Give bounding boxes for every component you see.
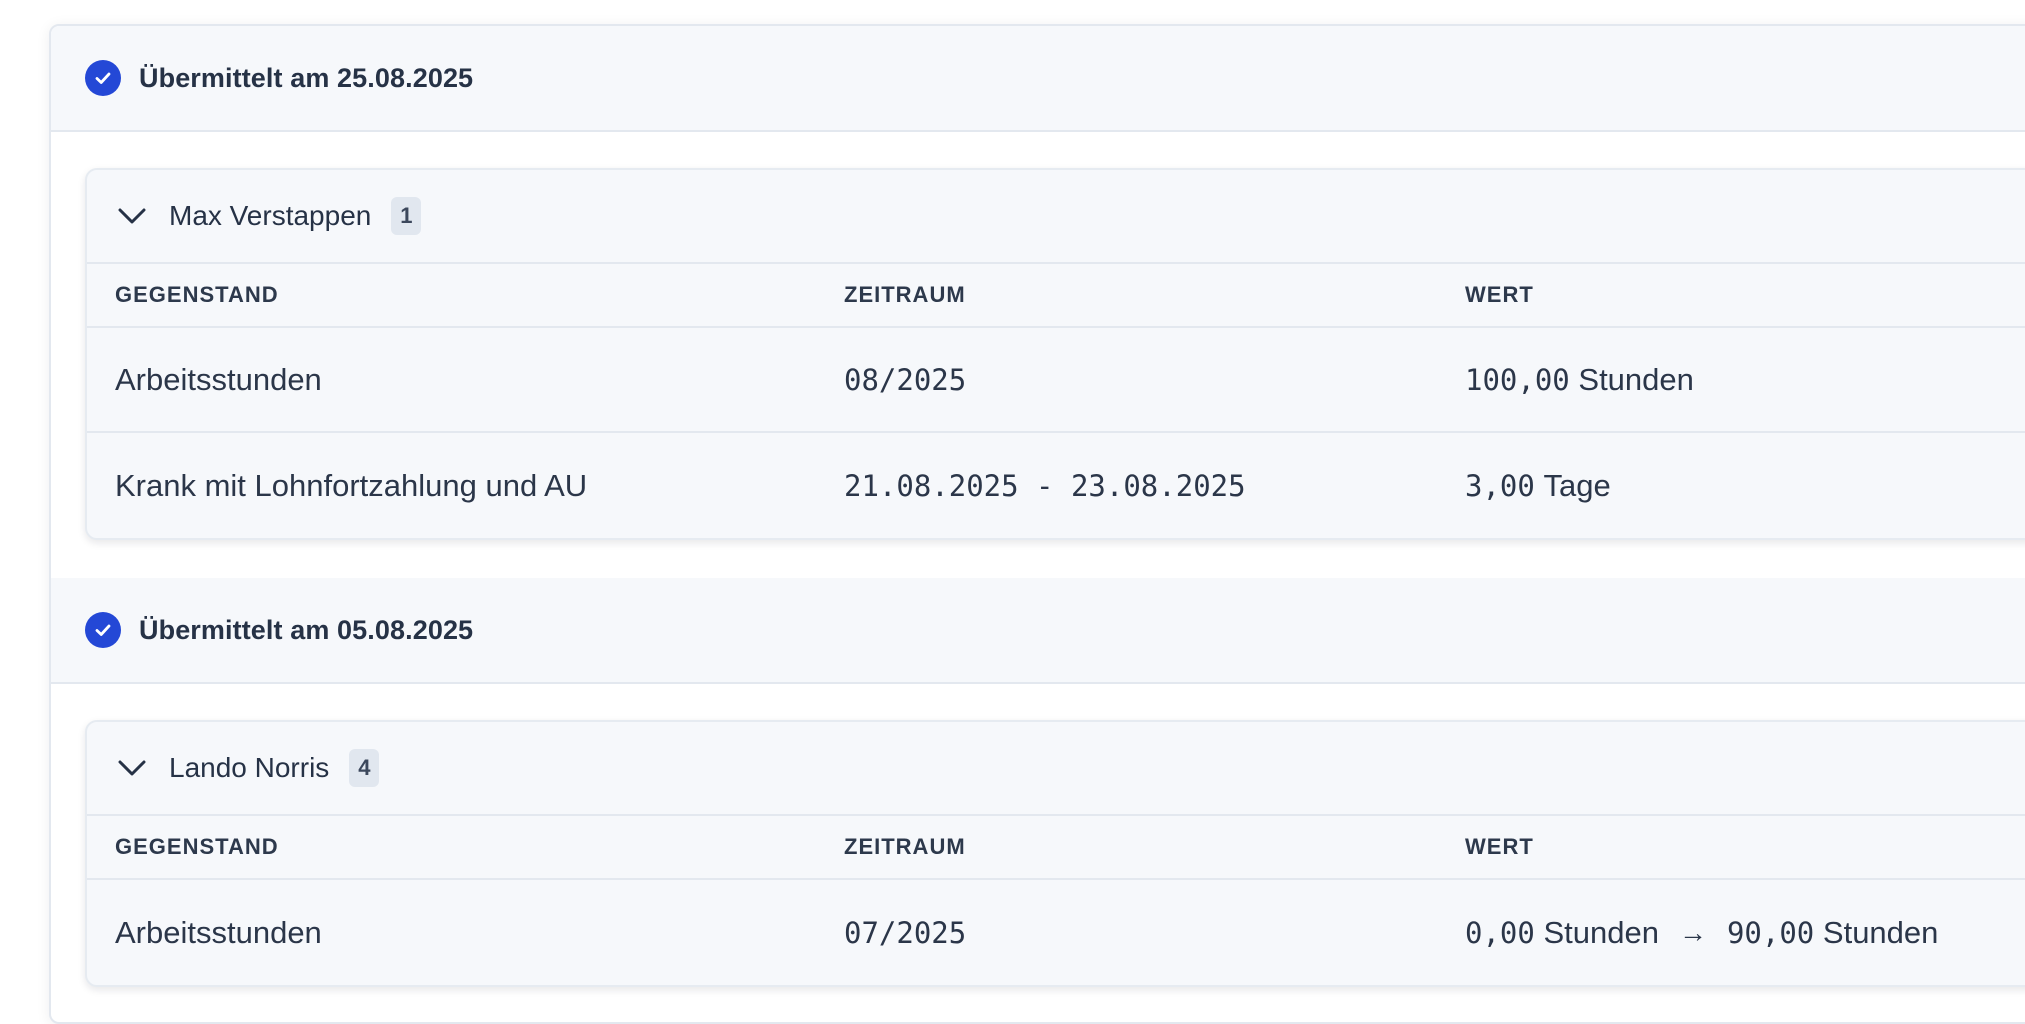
row-period: 21.08.2025 - 23.08.2025 bbox=[844, 468, 1246, 503]
old-value-unit: Stunden bbox=[1543, 914, 1659, 950]
check-circle-icon bbox=[85, 60, 121, 96]
employee-group-header[interactable]: Max Verstappen 1 bbox=[87, 170, 2025, 264]
table-header: GEGENSTAND ZEITRAUM WERT bbox=[87, 816, 2025, 880]
row-value: 100,00 Stunden bbox=[1465, 362, 1694, 398]
table-row: Arbeitsstunden 07/2025 0,00 Stunden → 90… bbox=[87, 880, 2025, 985]
row-item: Arbeitsstunden bbox=[115, 914, 322, 950]
row-item: Arbeitsstunden bbox=[115, 361, 322, 397]
new-value-unit: Stunden bbox=[1822, 914, 1939, 950]
value-number: 3,00 bbox=[1465, 468, 1535, 503]
row-value: 3,00 Tage bbox=[1465, 468, 1611, 504]
value-number: 100,00 bbox=[1465, 362, 1570, 397]
row-value-change: 0,00 Stunden → 90,00 Stunden bbox=[1465, 915, 1938, 951]
submission-header: Übermittelt am 25.08.2025 bbox=[51, 26, 2025, 132]
arrow-right-icon: → bbox=[1678, 916, 1707, 948]
chevron-down-icon[interactable] bbox=[115, 751, 149, 785]
employee-name: Lando Norris bbox=[169, 752, 330, 783]
table-row: Krank mit Lohnfortzahlung und AU 21.08.2… bbox=[87, 433, 2025, 538]
row-period: 08/2025 bbox=[844, 362, 967, 397]
old-value-number: 0,00 bbox=[1465, 915, 1535, 950]
table-header: GEGENSTAND ZEITRAUM WERT bbox=[87, 264, 2025, 328]
column-header-wert: WERT bbox=[1465, 834, 1534, 859]
table-row: Arbeitsstunden 08/2025 100,00 Stunden bbox=[87, 328, 2025, 433]
column-header-wert: WERT bbox=[1465, 282, 1534, 307]
column-header-zeitraum: ZEITRAUM bbox=[844, 834, 966, 859]
entry-count-badge: 1 bbox=[391, 197, 422, 235]
submission-status: Übermittelt am 25.08.2025 bbox=[139, 62, 474, 93]
submission-status: Übermittelt am 05.08.2025 bbox=[139, 614, 474, 645]
value-unit: Stunden bbox=[1578, 361, 1694, 397]
employee-group-header[interactable]: Lando Norris 4 bbox=[87, 722, 2025, 816]
column-header-gegenstand: GEGENSTAND bbox=[115, 282, 279, 307]
column-header-gegenstand: GEGENSTAND bbox=[115, 834, 279, 859]
employee-group: Lando Norris 4 GEGENSTAND ZEITRAUM WERT … bbox=[85, 720, 2025, 987]
check-circle-icon bbox=[85, 612, 121, 648]
entry-count-badge: 4 bbox=[349, 749, 380, 787]
row-item: Krank mit Lohnfortzahlung und AU bbox=[115, 467, 588, 503]
employee-name: Max Verstappen bbox=[169, 200, 372, 231]
column-header-zeitraum: ZEITRAUM bbox=[844, 282, 966, 307]
submission-header: Übermittelt am 05.08.2025 bbox=[51, 578, 2025, 684]
chevron-down-icon[interactable] bbox=[115, 199, 149, 233]
row-period: 07/2025 bbox=[844, 915, 967, 950]
submission-history-card: Übermittelt am 25.08.2025 Max Verstappen… bbox=[49, 24, 2025, 1024]
employee-group: Max Verstappen 1 GEGENSTAND ZEITRAUM WER… bbox=[85, 168, 2025, 540]
value-unit: Tage bbox=[1543, 467, 1611, 503]
new-value-number: 90,00 bbox=[1726, 915, 1815, 950]
